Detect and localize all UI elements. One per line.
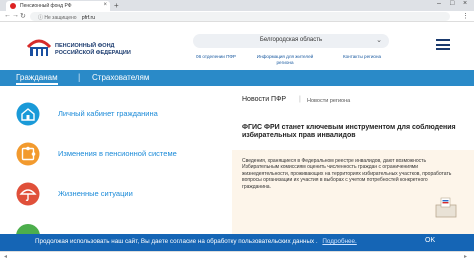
cookie-more-link[interactable]: Подробнее. xyxy=(322,238,356,245)
cookie-text: Продолжая использовать наш сайт, Вы дает… xyxy=(35,238,357,245)
address-bar[interactable]: ⓘ Не защищено pfrf.ru xyxy=(30,12,450,21)
news-panel: Новости ПФР | Новости региона ФГИС ФРИ с… xyxy=(232,86,474,234)
umbrella-icon xyxy=(16,182,40,206)
pfr-favicon-icon xyxy=(10,3,16,9)
news-body-box: Сведения, хранящиеся в Федеральном реест… xyxy=(232,150,474,234)
browser-tab-strip: Пенсионный фонд РФ × + – □ × xyxy=(0,0,474,11)
window-close-icon[interactable]: × xyxy=(463,0,467,7)
logo-text[interactable]: ПЕНСИОННЫЙ ФОНД РОССИЙСКОЙ ФЕДЕРАЦИИ xyxy=(55,43,145,57)
news-body-text: Сведения, хранящиеся в Федеральном реест… xyxy=(242,158,452,190)
url-text[interactable]: pfrf.ru xyxy=(82,15,95,21)
minimize-icon[interactable]: – xyxy=(437,0,441,7)
region-select[interactable]: Белгородская область ⌄ xyxy=(193,34,389,48)
news-headline[interactable]: ФГИС ФРИ станет ключевым инструментом дл… xyxy=(242,124,462,140)
back-icon[interactable]: ← xyxy=(4,12,11,19)
forward-icon[interactable]: → xyxy=(12,12,19,19)
nav-item-insurers[interactable]: Страхователям xyxy=(92,73,149,82)
nav-separator: | xyxy=(78,72,81,82)
news-tabs: Новости ПФР | Новости региона xyxy=(242,96,350,104)
home-icon xyxy=(16,102,40,126)
cookie-banner: Продолжая использовать наш сайт, Вы дает… xyxy=(0,234,474,251)
menu-item-pension-changes[interactable]: Изменения в пенсионной системе xyxy=(16,142,226,166)
site-header: ПЕНСИОННЫЙ ФОНД РОССИЙСКОЙ ФЕДЕРАЦИИ Бел… xyxy=(0,22,474,70)
horizontal-scrollbar[interactable]: ◂ ▸ xyxy=(0,251,474,260)
menu-item-personal-cabinet[interactable]: Личный кабинет гражданина xyxy=(16,102,226,126)
link-about-branch[interactable]: 06 отделении ПФР xyxy=(196,54,236,60)
link-residents-info[interactable]: Информация для жителей региона xyxy=(254,54,316,65)
tab-title: Пенсионный фонд РФ xyxy=(20,3,72,9)
pfr-logo-icon[interactable] xyxy=(26,36,52,58)
news-tab-separator: | xyxy=(299,96,301,103)
close-tab-icon[interactable]: × xyxy=(103,2,107,8)
reload-icon[interactable]: ↻ xyxy=(20,12,26,20)
cookie-message: Продолжая использовать наш сайт, Вы дает… xyxy=(35,238,318,245)
citizen-services-menu: Личный кабинет гражданина Изменения в пе… xyxy=(0,86,232,236)
main-nav: Гражданам | Страхователям xyxy=(0,70,474,86)
cookie-ok-button[interactable]: OK xyxy=(425,237,435,244)
tab-pfr-news[interactable]: Новости ПФР xyxy=(242,96,286,103)
address-bar-row: ← → ↻ ⓘ Не защищено pfrf.ru ⋮ xyxy=(0,11,474,22)
tab-region-news[interactable]: Новости региона xyxy=(307,98,350,104)
scroll-right-icon[interactable]: ▸ xyxy=(464,253,467,260)
menu-item-life-situations[interactable]: Жизненные ситуации xyxy=(16,182,226,206)
nav-item-citizens[interactable]: Гражданам xyxy=(16,73,58,85)
menu-item-label: Изменения в пенсионной системе xyxy=(58,149,177,158)
ballot-box-icon xyxy=(435,197,457,218)
menu-item-label: Жизненные ситуации xyxy=(58,189,133,198)
chevron-down-icon: ⌄ xyxy=(376,37,382,44)
maximize-icon[interactable]: □ xyxy=(450,0,454,7)
browser-menu-icon[interactable]: ⋮ xyxy=(462,12,469,20)
link-region-contacts[interactable]: Контакты региона xyxy=(340,54,384,60)
region-value: Белгородская область xyxy=(259,37,323,43)
puzzle-icon xyxy=(16,142,40,166)
new-tab-button[interactable]: + xyxy=(114,1,119,10)
browser-tab[interactable]: Пенсионный фонд РФ × xyxy=(6,1,110,11)
hamburger-menu-icon[interactable] xyxy=(436,39,450,50)
security-indicator[interactable]: ⓘ Не защищено xyxy=(38,15,77,21)
scroll-left-icon[interactable]: ◂ xyxy=(4,253,7,260)
menu-item-label: Личный кабинет гражданина xyxy=(58,109,158,118)
